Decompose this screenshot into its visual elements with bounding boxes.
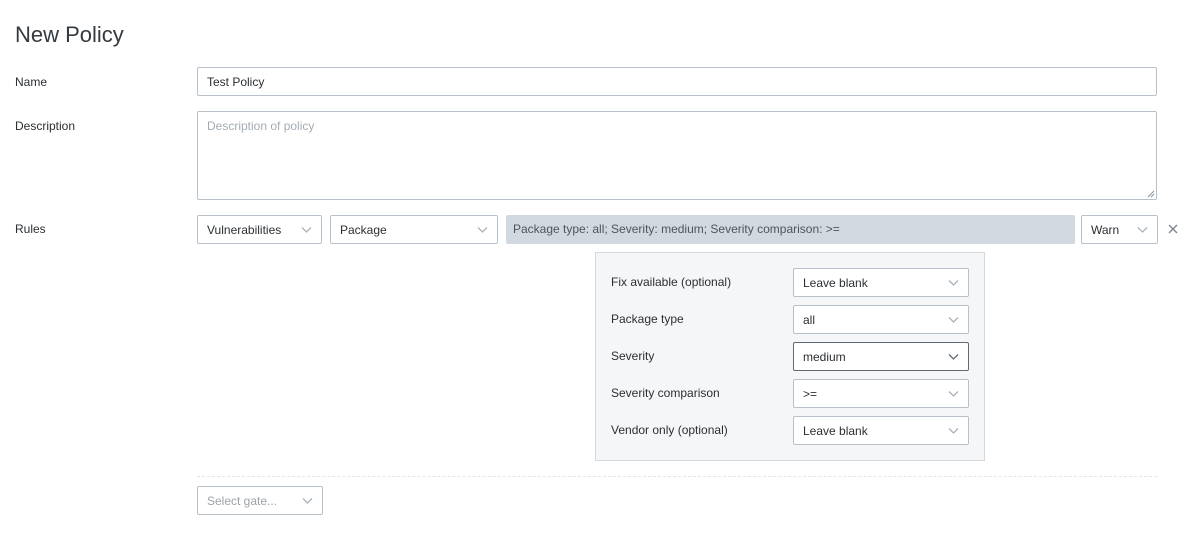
param-value-fix-available: Leave blank: [803, 275, 868, 290]
rules-label: Rules: [15, 222, 46, 236]
page-title: New Policy: [15, 22, 124, 47]
chevron-down-icon: [948, 353, 959, 360]
resize-grip-icon[interactable]: [1147, 190, 1155, 198]
param-value-severity: medium: [803, 349, 846, 364]
close-icon[interactable]: [1166, 222, 1180, 236]
param-select-fix-available[interactable]: Leave blank: [793, 268, 969, 297]
chevron-down-icon: [948, 316, 959, 323]
param-select-severity-comparison[interactable]: >=: [793, 379, 969, 408]
param-select-vendor-only[interactable]: Leave blank: [793, 416, 969, 445]
param-label-fix-available: Fix available (optional): [611, 275, 732, 289]
description-textarea[interactable]: [197, 111, 1157, 200]
param-label-severity: Severity: [611, 349, 655, 363]
name-label: Name: [15, 75, 48, 89]
trigger-select[interactable]: Package: [330, 215, 498, 244]
chevron-down-icon: [948, 427, 959, 434]
param-value-severity-comparison: >=: [803, 386, 818, 401]
gate-select-value: Vulnerabilities: [207, 222, 282, 237]
gate-select[interactable]: Vulnerabilities: [197, 215, 322, 244]
param-select-package-type[interactable]: all: [793, 305, 969, 334]
chevron-down-icon: [301, 226, 312, 233]
trigger-select-value: Package: [340, 222, 387, 237]
chevron-down-icon: [948, 279, 959, 286]
param-label-package-type: Package type: [611, 312, 684, 326]
name-input[interactable]: [197, 67, 1157, 96]
chevron-down-icon: [302, 497, 313, 504]
add-gate-placeholder: Select gate...: [207, 493, 278, 508]
rule-parameters-panel: Fix available (optional) Leave blank Pac…: [595, 252, 985, 461]
policy-editor-page: New Policy Name Description Rules Vulner…: [0, 0, 1200, 539]
param-value-package-type: all: [803, 312, 816, 327]
description-label: Description: [15, 119, 76, 133]
add-gate-select[interactable]: Select gate...: [197, 486, 323, 515]
chevron-down-icon: [1137, 226, 1148, 233]
chevron-down-icon: [477, 226, 488, 233]
param-select-severity[interactable]: medium: [793, 342, 969, 371]
action-select-value: Warn: [1091, 222, 1120, 237]
param-label-severity-comparison: Severity comparison: [611, 386, 720, 400]
action-select[interactable]: Warn: [1081, 215, 1158, 244]
chevron-down-icon: [948, 390, 959, 397]
param-value-vendor-only: Leave blank: [803, 423, 868, 438]
rules-divider: [197, 476, 1157, 477]
rule-summary-toggle[interactable]: Package type: all; Severity: medium; Sev…: [506, 215, 1075, 244]
param-label-vendor-only: Vendor only (optional): [611, 423, 728, 437]
